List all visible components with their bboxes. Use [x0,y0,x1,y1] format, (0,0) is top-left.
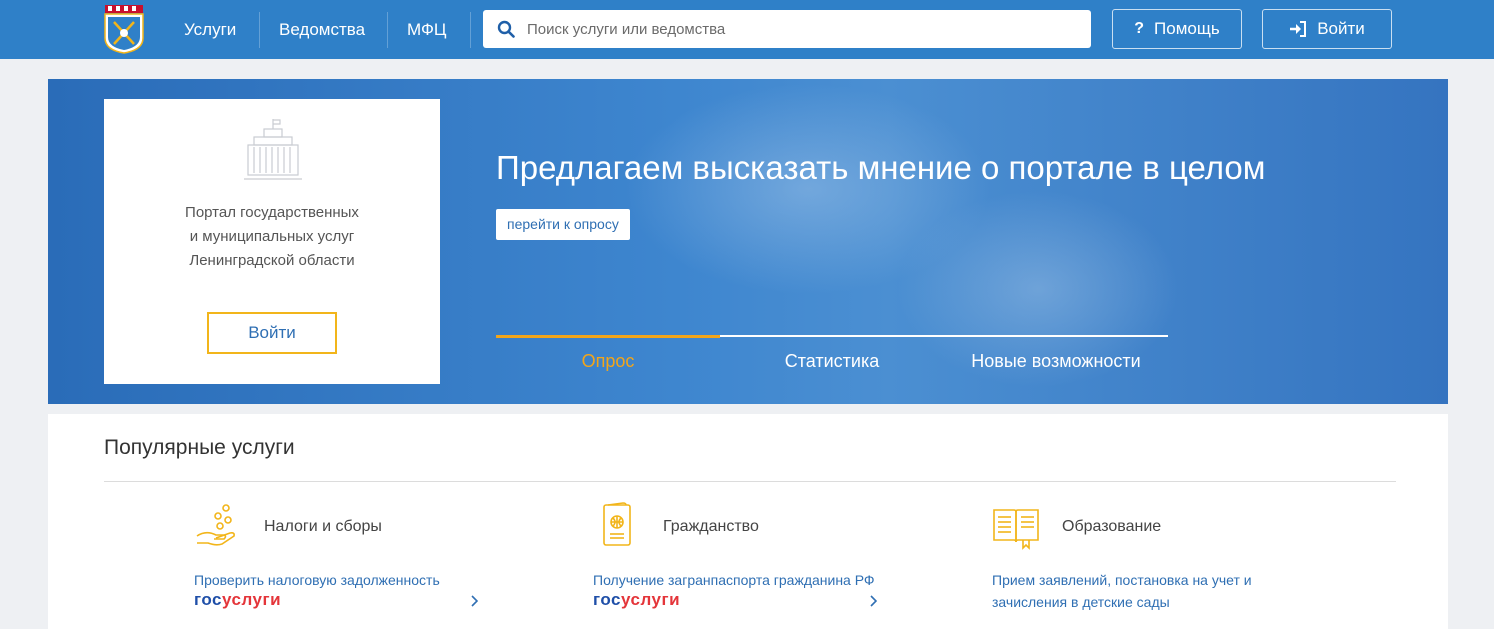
portal-description-line: и муниципальных услуг [189,228,355,245]
survey-button[interactable]: перейти к опросу [496,209,630,240]
divider [104,481,1396,482]
gosuslugi-logo-part: услуги [620,590,681,609]
tab-new-features[interactable]: Новые возможности [944,351,1168,372]
gosuslugi-logo: госуслуги [593,590,680,610]
tabs-active-indicator [496,335,720,338]
passport-icon[interactable] [593,502,641,550]
portal-description-line: Ленинградской области [189,252,355,269]
service-link-line: Прием заявлений, постановка на учет и [992,572,1252,588]
service-link-line: зачисления в детские сады [992,594,1170,610]
question-icon: ? [1134,20,1145,37]
hero-banner: Портал государственных и муниципальных у… [48,79,1448,404]
government-building-icon [244,119,302,180]
category-title[interactable]: Налоги и сборы [264,518,382,536]
search-box[interactable] [483,10,1091,48]
nav-separator [387,12,388,48]
help-button[interactable]: ? Помощь [1112,9,1242,49]
service-link[interactable]: Получение загранпаспорта гражданина РФ [593,569,875,591]
category-taxes: Налоги и сборы Проверить налоговую задол… [194,502,514,622]
portal-description: Портал государственных и муниципальных у… [104,201,440,273]
chevron-right-icon[interactable] [869,595,877,607]
nav-item-mfc[interactable]: МФЦ [407,0,446,59]
popular-services-panel: Популярные услуги Налоги и сборы Провери… [48,414,1448,629]
login-button[interactable]: Войти [1262,9,1392,49]
open-book-icon[interactable] [992,502,1040,550]
gosuslugi-logo-part: гос [194,590,222,609]
tab-survey[interactable]: Опрос [496,351,720,372]
nav-item-services[interactable]: Услуги [184,0,236,59]
tab-statistics[interactable]: Статистика [720,351,944,372]
login-card: Портал государственных и муниципальных у… [104,99,440,384]
help-button-label: Помощь [1154,19,1220,38]
gosuslugi-logo-part: услуги [221,590,282,609]
search-input[interactable] [527,10,1077,48]
search-icon[interactable] [497,20,515,38]
portal-description-line: Портал государственных [185,204,359,221]
service-link[interactable]: Прием заявлений, постановка на учет и за… [992,569,1252,613]
category-title[interactable]: Образование [1062,518,1161,536]
section-title: Популярные услуги [104,436,295,459]
sign-in-icon [1290,21,1307,37]
category-title[interactable]: Гражданство [663,518,759,536]
service-link[interactable]: Проверить налоговую задолженность [194,569,440,591]
nav-item-departments[interactable]: Ведомства [279,0,365,59]
hero-title: Предлагаем высказать мнение о портале в … [496,149,1266,186]
nav-separator [470,12,471,48]
nav-separator [259,12,260,48]
login-button-label: Войти [1317,19,1365,38]
category-education: Образование Прием заявлений, постановка … [992,502,1312,622]
gosuslugi-logo: госуслуги [194,590,281,610]
card-login-button[interactable]: Войти [207,312,337,354]
top-navigation-bar: Услуги Ведомства МФЦ ? Помощь Войти [0,0,1494,59]
gosuslugi-logo-part: гос [593,590,621,609]
coat-of-arms-logo[interactable] [104,4,144,54]
category-citizenship: Гражданство Получение загранпаспорта гра… [593,502,913,622]
chevron-right-icon[interactable] [470,595,478,607]
coins-hand-icon[interactable] [194,502,242,550]
